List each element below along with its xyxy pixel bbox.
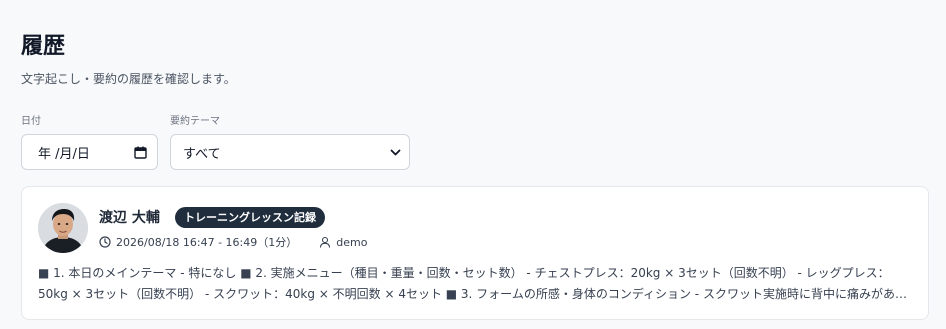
history-item-card[interactable]: 渡辺 大輔 トレーニングレッスン記録 2026/08/18 16:47 - 16… (21, 186, 929, 320)
chevron-down-icon (389, 146, 401, 158)
theme-filter-select[interactable]: すべて (170, 134, 410, 170)
page-title: 履歴 (21, 34, 66, 59)
history-item-user: demo (336, 235, 368, 249)
date-filter-label: 日付 (21, 116, 41, 127)
calendar-icon[interactable] (133, 145, 147, 159)
history-item-theme-badge: トレーニングレッスン記録 (175, 207, 325, 228)
history-item-datetime: 2026/08/18 16:47 - 16:49（1分） (116, 236, 298, 249)
history-item-meta: 2026/08/18 16:47 - 16:49（1分） demo (99, 234, 367, 250)
history-item-summary: ■ 1. 本日のメインテーマ - 特になし ■ 2. 実施メニュー（種目・重量・… (38, 266, 907, 301)
user-icon (319, 236, 331, 248)
theme-filter-value: すべて (183, 146, 221, 162)
theme-filter-label: 要約テーマ (170, 116, 220, 127)
clock-icon (99, 236, 111, 248)
date-filter-placeholder: 年 /月/日 (38, 146, 90, 162)
page-subtitle: 文字起こし・要約の履歴を確認します。 (21, 72, 236, 86)
date-filter-input[interactable]: 年 /月/日 (21, 134, 158, 170)
avatar (38, 203, 88, 253)
history-item-name: 渡辺 大輔 (99, 210, 160, 226)
